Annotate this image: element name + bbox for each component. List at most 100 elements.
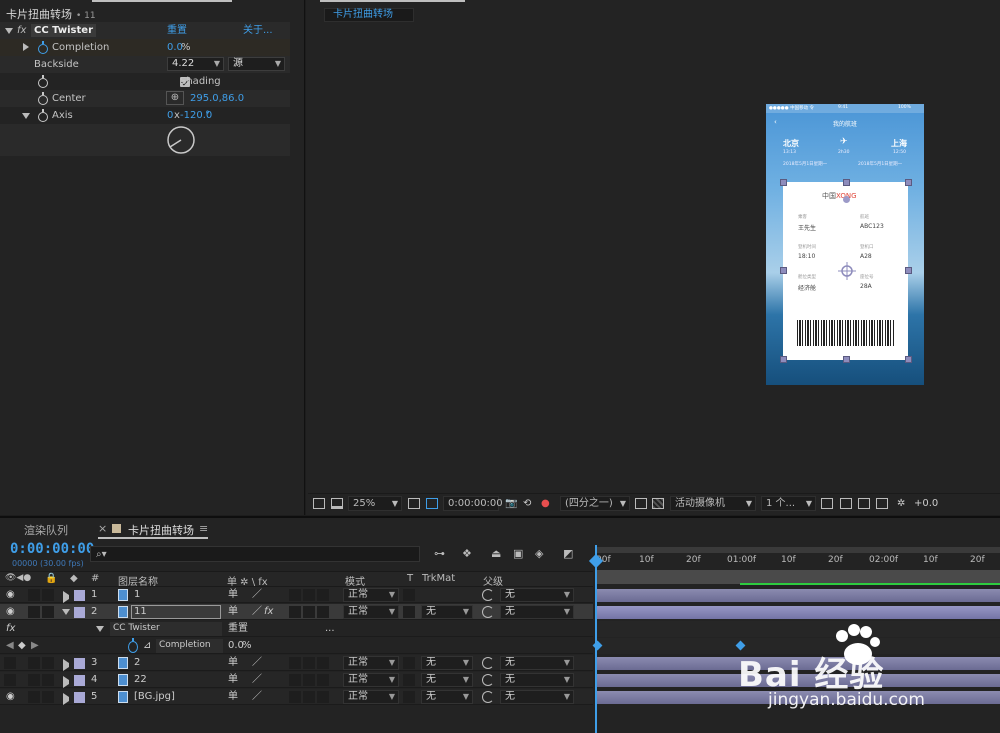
fx-icon[interactable]: fx <box>17 22 26 39</box>
shy-switch[interactable]: 单 <box>228 589 238 601</box>
effect-name[interactable]: CC Twister <box>110 622 222 636</box>
parent-pickwhip-icon[interactable] <box>482 674 494 686</box>
visibility-eye-icon[interactable]: ◉ <box>6 606 15 618</box>
collapse-triangle-icon[interactable] <box>22 113 30 119</box>
tab-menu-icon[interactable]: ≡ <box>199 522 208 535</box>
layer-name[interactable]: 1 <box>134 589 140 601</box>
switch-box[interactable] <box>289 589 301 601</box>
track-matte-dropdown[interactable]: 无 ▼ <box>421 690 473 704</box>
visibility-eye-icon[interactable]: ◉ <box>6 589 15 601</box>
layer-duration-bar-selected[interactable] <box>597 606 1000 619</box>
switch-box[interactable] <box>317 589 329 601</box>
switch-box[interactable] <box>317 674 329 686</box>
parent-pickwhip-icon[interactable] <box>482 657 494 669</box>
visibility-toggle[interactable] <box>4 657 16 669</box>
stopwatch-icon[interactable] <box>38 41 48 54</box>
transform-handle[interactable] <box>780 179 787 186</box>
center-value[interactable]: 295.0,86.0 <box>190 90 244 107</box>
blend-mode-dropdown[interactable]: 正常 ▼ <box>343 690 399 704</box>
camera-dropdown[interactable]: 活动摄像机 ▼ <box>670 496 756 511</box>
quality-switch[interactable]: ／ <box>252 691 262 703</box>
parent-dropdown[interactable]: 无 ▼ <box>500 605 574 619</box>
graph-icon[interactable]: ⊿ <box>143 640 151 652</box>
work-area-bar[interactable] <box>597 570 1000 584</box>
label-color-swatch[interactable] <box>74 590 85 601</box>
collapse-triangle-icon[interactable] <box>5 28 13 34</box>
visibility-eye-icon[interactable]: ◉ <box>6 691 15 703</box>
expand-triangle-icon[interactable] <box>63 676 69 688</box>
region-of-interest-icon[interactable] <box>635 498 647 509</box>
quality-switch[interactable]: ／ <box>252 589 262 601</box>
collapse-triangle-icon[interactable] <box>96 626 104 638</box>
expand-triangle-icon[interactable] <box>63 659 69 671</box>
exposure-reset-icon[interactable]: ✲ <box>897 497 905 511</box>
snapshot-camera-icon[interactable]: 📷 <box>505 497 517 511</box>
track-matte-dropdown[interactable]: 无 ▼ <box>421 605 473 619</box>
preserve-transparency-toggle[interactable] <box>403 691 415 703</box>
parent-dropdown[interactable]: 无 ▼ <box>500 656 574 670</box>
timeline-toggle-icon[interactable] <box>840 498 852 509</box>
quality-switch[interactable]: ／ <box>252 657 262 669</box>
parent-dropdown[interactable]: 无 ▼ <box>500 673 574 687</box>
fast-preview-icon[interactable] <box>821 498 833 509</box>
transform-handle[interactable] <box>905 356 912 363</box>
solo-toggle[interactable] <box>28 674 40 686</box>
preserve-transparency-toggle[interactable] <box>403 674 415 686</box>
layer-duration-bar[interactable] <box>597 589 1000 602</box>
switch-box[interactable] <box>289 691 301 703</box>
parent-pickwhip-icon[interactable] <box>482 691 494 703</box>
exposure-value[interactable]: +0.0 <box>914 497 938 511</box>
monitor-icon[interactable] <box>331 498 343 509</box>
transform-handle[interactable] <box>843 356 850 363</box>
switch-box[interactable] <box>303 691 315 703</box>
quality-switch[interactable]: ／ <box>252 606 262 618</box>
stopwatch-icon[interactable] <box>38 92 48 105</box>
resolution-dropdown[interactable]: (四分之一) ▼ <box>560 496 630 511</box>
reset-link[interactable]: 重置 <box>167 22 187 39</box>
comp-flowchart-icon[interactable]: ⊶ <box>434 547 445 560</box>
frame-blending-icon[interactable]: ▣ <box>513 547 523 560</box>
shy-switch[interactable]: 单 <box>228 674 238 686</box>
layer-row[interactable]: ◉ 1 1 单 ／ 正常 ▼ 无 ▼ <box>0 587 593 603</box>
switch-box[interactable] <box>303 606 315 618</box>
tab-close-icon[interactable]: × <box>98 522 107 535</box>
crosshair-icon[interactable]: ⊕ <box>166 91 184 105</box>
fit-frame-icon[interactable] <box>408 498 420 509</box>
stopwatch-icon[interactable] <box>38 75 48 88</box>
transparency-grid-icon[interactable] <box>652 498 664 509</box>
stopwatch-icon[interactable] <box>38 109 48 122</box>
always-preview-icon[interactable] <box>313 498 325 509</box>
solo-toggle[interactable] <box>28 606 40 618</box>
shy-switch[interactable]: 单 <box>228 691 238 703</box>
prev-keyframe-icon[interactable]: ◀ <box>6 640 14 652</box>
backside-layer-dropdown[interactable]: 4.22 ▼ <box>167 57 224 71</box>
tab-composition[interactable]: 卡片扭曲转场 <box>128 522 194 538</box>
mask-toggle-icon[interactable] <box>426 498 438 509</box>
switch-box[interactable] <box>317 691 329 703</box>
label-color-swatch[interactable] <box>74 675 85 686</box>
solo-toggle[interactable] <box>28 657 40 669</box>
lock-toggle[interactable] <box>42 589 54 601</box>
graph-editor-icon[interactable]: ◩ <box>563 547 573 560</box>
parent-dropdown[interactable]: 无 ▼ <box>500 588 574 602</box>
effect-reset-link[interactable]: 重置 <box>228 623 248 635</box>
switch-box[interactable] <box>303 589 315 601</box>
comp-flowchart-icon[interactable] <box>858 498 870 509</box>
layer-name[interactable]: 11 <box>131 605 221 619</box>
lock-toggle[interactable] <box>42 657 54 669</box>
transform-handle[interactable] <box>843 179 850 186</box>
quality-switch[interactable]: ／ <box>252 674 262 686</box>
column-layer-name[interactable]: 图层名称 <box>118 573 158 588</box>
time-navigator-bar[interactable] <box>597 547 1000 553</box>
switch-box[interactable] <box>289 606 301 618</box>
layer-row[interactable]: 4 22 单 ／ 正常 ▼ 无 ▼ 无 ▼ <box>0 672 593 688</box>
switch-box[interactable] <box>317 606 329 618</box>
fx-icon[interactable]: fx <box>6 623 15 635</box>
current-time-display[interactable]: 0:00:00:00 <box>10 541 94 557</box>
solo-toggle[interactable] <box>28 589 40 601</box>
blend-mode-dropdown[interactable]: 正常 ▼ <box>343 673 399 687</box>
expand-triangle-icon[interactable] <box>63 591 69 603</box>
transform-handle[interactable] <box>780 356 787 363</box>
layer-row[interactable]: 3 2 单 ／ 正常 ▼ 无 ▼ 无 ▼ <box>0 655 593 671</box>
layer-row[interactable]: ◉ 5 [BG.jpg] 单 ／ 正常 ▼ 无 ▼ 无 ▼ <box>0 689 593 705</box>
